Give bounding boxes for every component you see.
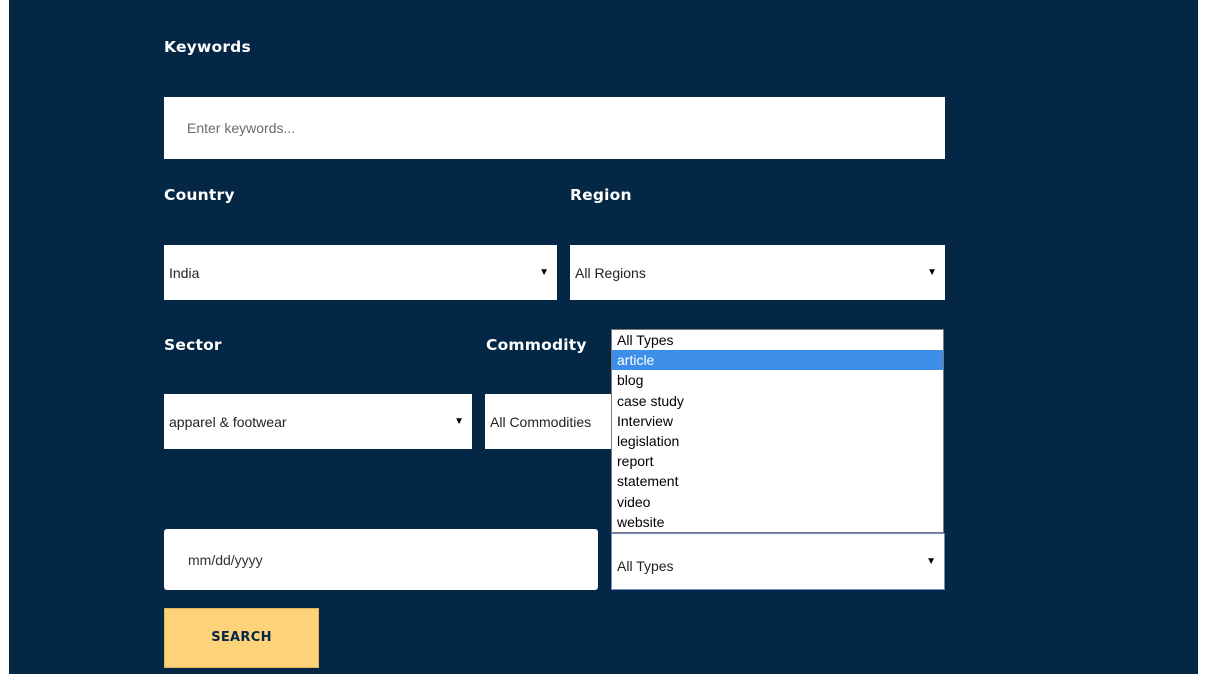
type-option[interactable]: video <box>612 492 943 512</box>
sector-select[interactable]: apparel & footwear ▼ <box>164 394 472 449</box>
type-option[interactable]: All Types <box>612 330 943 350</box>
region-label: Region <box>570 186 632 204</box>
type-option[interactable]: Interview <box>612 411 943 431</box>
type-option[interactable]: case study <box>612 391 943 411</box>
chevron-down-icon: ▼ <box>454 415 464 427</box>
type-option[interactable]: blog <box>612 370 943 390</box>
date-input[interactable]: mm/dd/yyyy <box>164 529 598 590</box>
country-select-value: India <box>169 264 200 281</box>
country-label: Country <box>164 186 235 204</box>
type-option-highlighted[interactable]: article <box>612 350 943 371</box>
chevron-down-icon: ▼ <box>927 266 937 278</box>
commodity-select-value: All Commodities <box>490 413 592 430</box>
sector-label: Sector <box>164 336 222 354</box>
keywords-input[interactable]: Enter keywords... <box>164 97 945 159</box>
chevron-down-icon: ▼ <box>926 555 936 567</box>
region-select[interactable]: All Regions ▼ <box>570 245 945 300</box>
search-form-panel: Keywords Enter keywords... Country Regio… <box>9 0 1198 674</box>
commodity-select[interactable]: All Commodities <box>485 394 613 449</box>
type-select[interactable]: All Types ▼ <box>611 533 945 590</box>
keywords-placeholder: Enter keywords... <box>187 120 296 136</box>
type-select-value: All Types <box>617 557 674 574</box>
sector-select-value: apparel & footwear <box>169 413 287 430</box>
country-select[interactable]: India ▼ <box>164 245 557 300</box>
commodity-label: Commodity <box>486 336 587 354</box>
type-option[interactable]: statement <box>612 471 943 491</box>
search-button[interactable]: SEARCH <box>164 608 319 668</box>
date-placeholder: mm/dd/yyyy <box>188 551 263 568</box>
type-option[interactable]: legislation <box>612 431 943 451</box>
keywords-label: Keywords <box>164 38 251 56</box>
type-option[interactable]: report <box>612 451 943 471</box>
chevron-down-icon: ▼ <box>539 266 549 278</box>
type-dropdown-list: All Types article blog case study Interv… <box>611 329 944 533</box>
region-select-value: All Regions <box>575 264 646 281</box>
type-option[interactable]: website <box>612 512 943 532</box>
